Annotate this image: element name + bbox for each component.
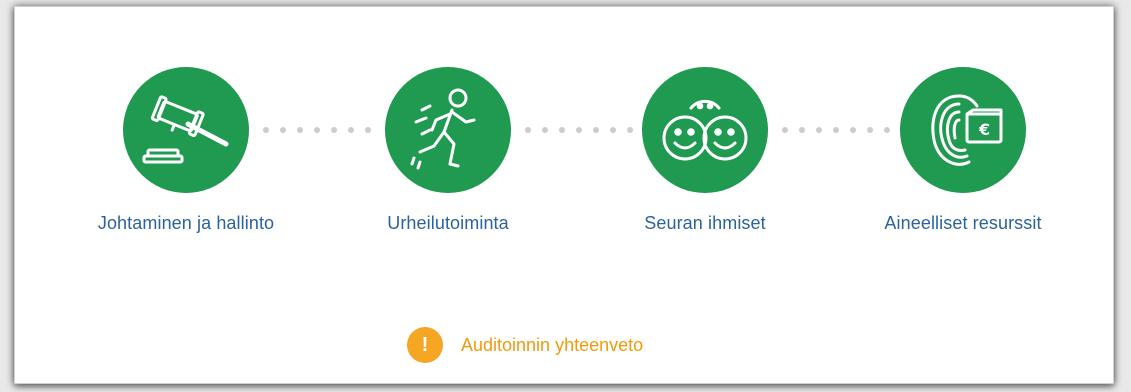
step-circle [642,67,768,193]
warning-icon: ! [407,327,443,363]
smiley-faces-icon [662,99,748,161]
audit-summary-label: Auditoinnin yhteenveto [461,334,644,355]
audit-summary-link[interactable]: ! Auditoinnin yhteenveto [407,327,643,363]
fingerprint-money-icon: € [931,94,1003,166]
audit-card: Johtaminen ja hallinto Urheilutoiminta S… [14,6,1114,384]
step-label: Seuran ihmiset [644,213,766,233]
audit-steps: Johtaminen ja hallinto Urheilutoiminta S… [15,7,1113,267]
gavel-icon [142,95,229,164]
svg-text:€: € [978,120,990,139]
step-seuran-ihmiset[interactable]: Seuran ihmiset [595,67,815,234]
step-urheilutoiminta[interactable]: Urheilutoiminta [338,67,558,234]
runner-icon [410,88,476,170]
step-label: Johtaminen ja hallinto [97,213,275,233]
step-johtaminen-ja-hallinto[interactable]: Johtaminen ja hallinto [76,67,296,234]
step-circle: € [900,67,1026,193]
step-label: Aineelliset resurssit [884,213,1042,233]
step-aineelliset-resurssit[interactable]: € Aineelliset resurssit [853,67,1073,234]
step-circle [385,67,511,193]
step-circle [123,67,249,193]
step-label: Urheilutoiminta [387,213,509,233]
